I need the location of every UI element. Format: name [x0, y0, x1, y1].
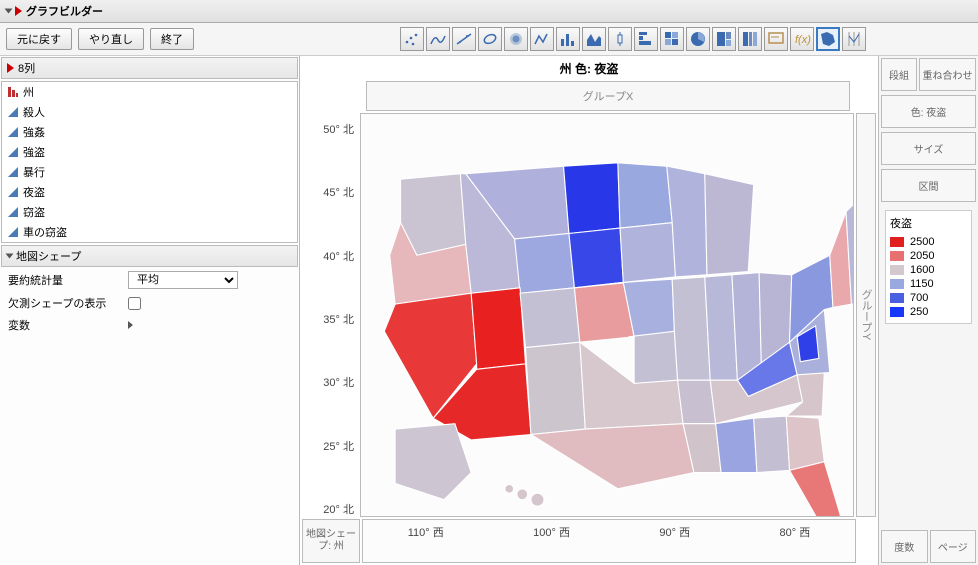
column-item[interactable]: 州 [2, 82, 297, 102]
smoother-icon[interactable] [426, 27, 450, 51]
continuous-icon [8, 227, 18, 237]
caption-icon[interactable] [764, 27, 788, 51]
left-panel: 8列 州 殺人 強姦 強盗 暴行 夜盗 窃盗 車の窃盗 地図シェープ 要約統計量… [0, 56, 300, 565]
continuous-icon [8, 207, 18, 217]
boxplot-icon[interactable] [608, 27, 632, 51]
var-label: 変数 [8, 317, 118, 333]
continuous-icon [8, 167, 18, 177]
parallel-icon[interactable] [842, 27, 866, 51]
area-icon[interactable] [582, 27, 606, 51]
ellipse-icon[interactable] [478, 27, 502, 51]
histogram-icon[interactable] [634, 27, 658, 51]
red-triangle-icon[interactable] [7, 63, 14, 73]
contour-icon[interactable] [504, 27, 528, 51]
legend-swatch [890, 251, 904, 261]
continuous-icon [8, 107, 18, 117]
group-y-dropzone[interactable]: グループY [856, 113, 876, 517]
disclosure-icon[interactable] [128, 321, 133, 329]
column-item[interactable]: 夜盗 [2, 182, 297, 202]
bar-icon[interactable] [556, 27, 580, 51]
page-dropzone[interactable]: ページ [930, 530, 977, 563]
color-legend: 夜盗 2500 2050 1600 1150 700 250 [885, 210, 972, 324]
stat-select[interactable]: 平均 [128, 271, 238, 289]
disclosure-icon[interactable] [6, 254, 14, 259]
chart-type-toolbar: f(x) [400, 27, 866, 51]
continuous-icon [8, 127, 18, 137]
columns-list: 州 殺人 強姦 強盗 暴行 夜盗 窃盗 車の窃盗 [1, 81, 298, 243]
undo-button[interactable]: 元に戻す [6, 28, 72, 50]
missing-checkbox[interactable] [128, 297, 141, 310]
redo-button[interactable]: やり直し [78, 28, 144, 50]
column-item[interactable]: 窃盗 [2, 202, 297, 222]
continuous-icon [8, 187, 18, 197]
legend-swatch [890, 265, 904, 275]
red-triangle-icon[interactable] [15, 6, 22, 16]
formula-icon[interactable]: f(x) [790, 27, 814, 51]
treemap-icon[interactable] [712, 27, 736, 51]
chart-area: 州 色: 夜盗 グループX 50° 北 45° 北 40° 北 35° 北 30… [300, 56, 878, 565]
map-shapes-icon[interactable] [816, 27, 840, 51]
color-dropzone[interactable]: 色: 夜盗 [881, 95, 976, 128]
legend-swatch [890, 237, 904, 247]
column-item[interactable]: 強盗 [2, 142, 297, 162]
column-item[interactable]: 殺人 [2, 102, 297, 122]
svg-text:f(x): f(x) [795, 34, 811, 46]
size-dropzone[interactable]: サイズ [881, 132, 976, 165]
legend-title: 夜盗 [890, 215, 967, 231]
interval-dropzone[interactable]: 区間 [881, 169, 976, 202]
done-button[interactable]: 終了 [150, 28, 194, 50]
points-icon[interactable] [400, 27, 424, 51]
legend-swatch [890, 279, 904, 289]
column-item[interactable]: 暴行 [2, 162, 297, 182]
chart-title: 州 色: 夜盗 [300, 56, 878, 81]
mosaic-icon[interactable] [738, 27, 762, 51]
stat-row: 要約統計量 平均 [0, 268, 299, 292]
map-shape-assigned[interactable]: 地図シェープ: 州 [302, 519, 360, 563]
toolbar: 元に戻す やり直し 終了 f(x) [0, 23, 978, 56]
nominal-icon [8, 87, 18, 97]
map-shape-header[interactable]: 地図シェープ [1, 245, 298, 267]
pie-icon[interactable] [686, 27, 710, 51]
missing-label: 欠測シェープの表示 [8, 295, 118, 311]
legend-swatch [890, 293, 904, 303]
heatmap-icon[interactable] [660, 27, 684, 51]
window-title: グラフビルダー [26, 3, 103, 19]
columns-count: 8列 [18, 60, 35, 76]
columns-header[interactable]: 8列 [1, 57, 298, 79]
x-axis: 110° 西 100° 西 90° 西 80° 西 [362, 519, 856, 563]
stat-label: 要約統計量 [8, 272, 118, 288]
legend-swatch [890, 307, 904, 317]
freq-dropzone[interactable]: 度数 [881, 530, 928, 563]
map-canvas[interactable] [360, 113, 854, 517]
line-fit-icon[interactable] [452, 27, 476, 51]
y-axis: 50° 北 45° 北 40° 北 35° 北 30° 北 25° 北 20° … [300, 111, 358, 519]
var-row: 変数 [0, 314, 299, 336]
line-icon[interactable] [530, 27, 554, 51]
disclosure-icon[interactable] [5, 9, 13, 14]
dankumi-dropzone[interactable]: 段組 [881, 58, 917, 91]
window-titlebar: グラフビルダー [0, 0, 978, 23]
column-item[interactable]: 車の窃盗 [2, 222, 297, 242]
column-item[interactable]: 強姦 [2, 122, 297, 142]
missing-row: 欠測シェープの表示 [0, 292, 299, 314]
group-x-dropzone[interactable]: グループX [366, 81, 850, 111]
continuous-icon [8, 147, 18, 157]
us-map-svg [361, 114, 853, 516]
overlap-dropzone[interactable]: 重ね合わせ [919, 58, 976, 91]
right-panel: 段組 重ね合わせ 色: 夜盗 サイズ 区間 夜盗 2500 2050 1600 … [878, 56, 978, 565]
